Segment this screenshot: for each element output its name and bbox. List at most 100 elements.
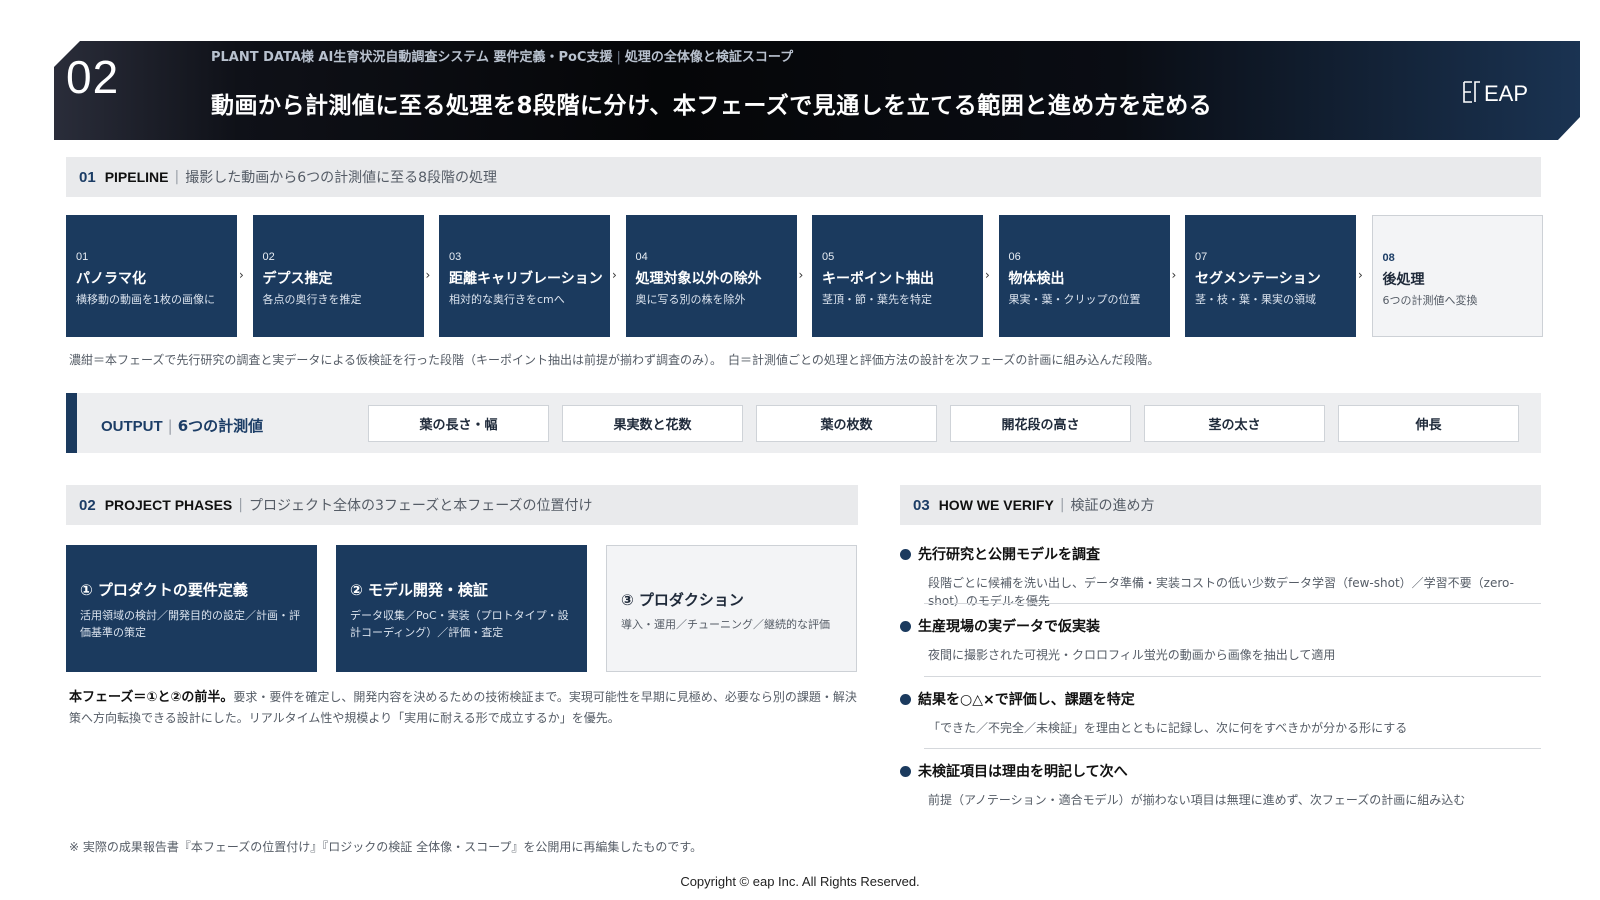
step-number: 08 — [1382, 252, 1395, 264]
phase-desc: 導入・運用／チューニング／継続的な評価 — [621, 618, 830, 631]
footnote: ※ 実際の成果報告書『本フェーズの位置付け』『ロジックの検証 全体像・スコープ』… — [69, 840, 703, 854]
verify-desc: 夜間に撮影された可視光・クロロフィル蛍光の動画から画像を抽出して適用 — [928, 648, 1336, 662]
subtitle-left: PLANT DATA様 AI生育状況自動調査システム 要件定義・PoC支援 — [211, 50, 613, 65]
subtitle-right: 処理の全体像と検証スコープ — [624, 50, 794, 65]
page-title: 動画から計測値に至る処理を8段階に分け、本フェーズで見通しを立てる範囲と進め方を… — [211, 93, 1213, 119]
phases-en: PROJECT PHASES — [104, 497, 233, 513]
verify-title: 先行研究と公開モデルを調査 — [900, 544, 1541, 564]
divider — [924, 748, 1541, 749]
step-number: 07 — [1195, 251, 1208, 263]
step-title: 処理対象以外の除外 — [635, 271, 762, 287]
step-number: 03 — [449, 251, 462, 263]
step-desc: 横移動の動画を1枚の画像に — [76, 293, 215, 306]
output-chip: 開花段の高さ — [950, 405, 1131, 442]
verify-title-text: 先行研究と公開モデルを調査 — [918, 547, 1100, 563]
pipeline-header: 01 PIPELINE | 撮影した動画から6つの計測値に至る8段階の処理 — [66, 157, 1541, 197]
phase-card-3: ③ プロダクション 導入・運用／チューニング／継続的な評価 — [606, 545, 857, 672]
step-number: 02 — [262, 251, 275, 263]
step-title: パノラマ化 — [76, 271, 146, 287]
copyright: Copyright © eap Inc. All Rights Reserved… — [680, 874, 920, 889]
phase-note: 本フェーズ＝①と②の前半。要求・要件を確定し、開発内容を決めるための技術検証まで… — [69, 687, 859, 728]
chevron-right-icon: › — [798, 268, 804, 282]
phase-desc: 活用領域の検討／開発目的の設定／計画・評価基準の策定 — [80, 609, 300, 639]
pipeline-step-04: 04 処理対象以外の除外 奥に写る別の株を除外 — [625, 215, 797, 337]
step-number: 06 — [1008, 251, 1021, 263]
step-number: 01 — [76, 251, 89, 263]
chevron-right-icon: › — [612, 268, 617, 282]
output-chip: 果実数と花数 — [562, 405, 743, 442]
subtitle-separator: | — [616, 50, 621, 65]
verify-item: 結果を○△×で評価し、課題を特定「できた／不完全／未検証」を理由とともに記録し、… — [900, 689, 1541, 737]
chevron-right-icon: › — [425, 268, 431, 282]
verify-desc: 「できた／不完全／未検証」を理由とともに記録し、次に何をすべきかが分かる形にする — [928, 721, 1408, 735]
bullet-icon — [900, 620, 911, 632]
verify-item: 先行研究と公開モデルを調査段階ごとに候補を洗い出し、データ準備・実装コストの低い… — [900, 544, 1541, 610]
step-desc: 茎・枝・葉・果実の領域 — [1195, 293, 1316, 306]
step-desc: 果実・葉・クリップの位置 — [1008, 293, 1141, 306]
step-desc: 6つの計測値へ変換 — [1382, 294, 1478, 307]
step-desc: 茎頂・節・葉先を特定 — [822, 293, 932, 306]
phase-card-2: ② モデル開発・検証データ収集／PoC・実装（プロトタイプ・設計コーディング）／… — [336, 545, 587, 672]
verify-title-text: 生産現場の実データで仮実装 — [918, 619, 1100, 635]
chevron-right-icon: › — [239, 268, 244, 282]
bullet-icon — [900, 765, 911, 777]
bullet-icon — [900, 548, 911, 560]
verify-title-text: 結果を○△×で評価し、課題を特定 — [918, 692, 1135, 708]
phase-desc: データ収集／PoC・実装（プロトタイプ・設計コーディング）／評価・査定 — [350, 609, 569, 639]
step-title: 後処理 — [1382, 272, 1425, 288]
verify-jp: 検証の進め方 — [1070, 498, 1155, 514]
pipeline-step-06: 06 物体検出 果実・葉・クリップの位置 — [998, 215, 1170, 337]
output-accent — [66, 393, 77, 453]
header-subtitle: PLANT DATA様 AI生育状況自動調査システム 要件定義・PoC支援 | 処理… — [211, 46, 793, 65]
phase-note-bold: 本フェーズ＝①と②の前半。 — [69, 690, 234, 705]
step-desc: 各点の奥行きを推定 — [262, 293, 362, 306]
slide-number: 02 — [66, 51, 120, 103]
pipeline-note: 濃紺＝本フェーズで先行研究の調査と実データによる仮検証を行った段階（キーポイント… — [69, 353, 1160, 367]
output-sep: | — [167, 417, 173, 435]
bullet-icon — [900, 693, 911, 705]
pipeline-sep: | — [174, 169, 180, 185]
step-desc: 相対的な奥行きをcmへ — [449, 293, 565, 306]
verify-num: 03 — [913, 496, 930, 514]
pipeline-step-01: 01 パノラマ化横移動の動画を1枚の画像に — [66, 215, 237, 337]
divider — [924, 676, 1541, 677]
step-number: 04 — [635, 251, 648, 263]
output-en: OUTPUT — [101, 418, 163, 435]
step-number: 05 — [822, 251, 835, 263]
pipeline-num: 01 — [79, 168, 96, 186]
pipeline-jp: 撮影した動画から6つの計測値に至る8段階の処理 — [185, 170, 498, 186]
chevron-right-icon: › — [1358, 268, 1363, 282]
phase-card-1: ① プロダクトの要件定義活用領域の検討／開発目的の設定／計画・評価基準の策定 — [66, 545, 317, 672]
verify-item: 未検証項目は理由を明記して次へ 前提（アノテーション・適合モデル）が揃わない項目は… — [900, 761, 1541, 809]
pipeline-step-05: 05 キーポイント抽出 茎頂・節・葉先を特定 — [812, 215, 983, 337]
output-label: OUTPUT | 6つの計測値 — [101, 415, 263, 436]
verify-title: 結果を○△×で評価し、課題を特定 — [900, 689, 1541, 709]
verify-desc: 段階ごとに候補を洗い出し、データ準備・実装コストの低い少数データ学習（few-s… — [928, 576, 1514, 608]
verify-title: 生産現場の実データで仮実装 — [900, 616, 1541, 636]
output-chip: 葉の長さ・幅 — [368, 405, 549, 442]
verify-sep: | — [1059, 497, 1065, 513]
phase-title: ② モデル開発・検証 — [350, 581, 488, 599]
logo-text: EAP — [1484, 81, 1528, 106]
pipeline-en: PIPELINE — [104, 169, 169, 185]
step-desc: 奥に写る別の株を除外 — [635, 293, 746, 306]
output-jp: 6つの計測値 — [177, 417, 264, 435]
output-chip: 伸長 — [1338, 405, 1519, 442]
phases-sep: | — [238, 497, 243, 513]
step-title: セグメンテーション — [1195, 271, 1321, 287]
step-title: 距離キャリブレーション — [449, 271, 603, 287]
verify-title: 未検証項目は理由を明記して次へ — [900, 761, 1541, 781]
verify-title-text: 未検証項目は理由を明記して次へ — [918, 764, 1128, 780]
chevron-right-icon: › — [985, 268, 990, 282]
phase-title: ① プロダクトの要件定義 — [80, 581, 248, 599]
chevron-right-icon: › — [1171, 268, 1177, 282]
step-title: キーポイント抽出 — [822, 271, 934, 287]
pipeline-step-07: 07 セグメンテーション 茎・枝・葉・果実の領域 — [1185, 215, 1356, 337]
divider — [924, 603, 1541, 604]
verify-item: 生産現場の実データで仮実装夜間に撮影された可視光・クロロフィル蛍光の動画から画像… — [900, 616, 1541, 664]
eap-logo: EAP — [1463, 81, 1528, 106]
verify-header: 03 HOW WE VERIFY | 検証の進め方 — [900, 485, 1541, 525]
verify-en: HOW WE VERIFY — [938, 497, 1054, 513]
output-chip: 葉の枚数 — [756, 405, 937, 442]
output-chip: 茎の太さ — [1144, 405, 1325, 442]
